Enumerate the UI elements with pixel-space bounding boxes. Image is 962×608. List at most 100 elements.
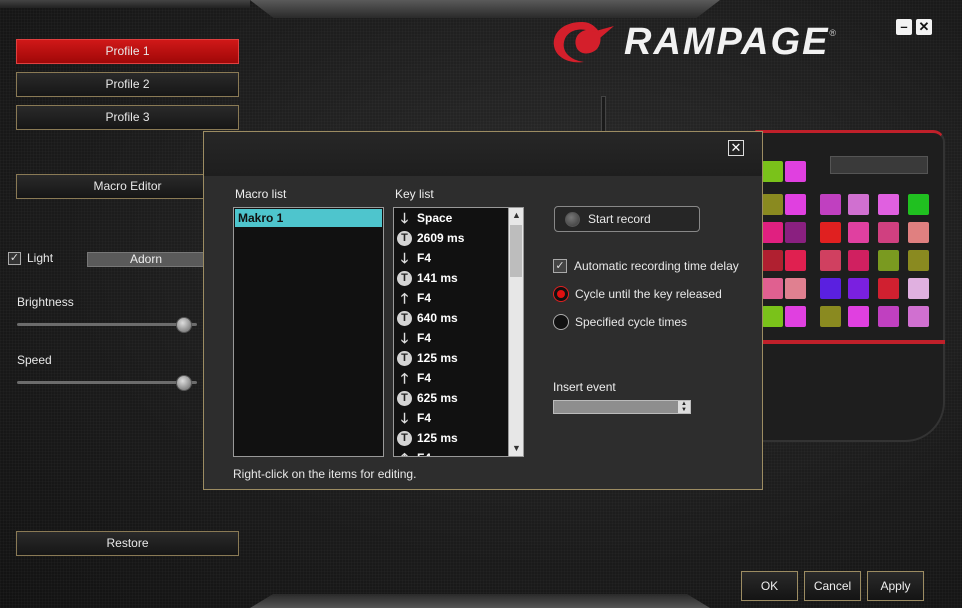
- light-label: Light: [27, 251, 54, 265]
- keyboard-key: [908, 278, 929, 299]
- key-list-item[interactable]: 🡓 F4: [394, 328, 523, 348]
- scroll-down-icon[interactable]: ▼: [509, 441, 523, 456]
- key-list[interactable]: 🡓 Space T 2609 ms 🡓 F4 T 141 ms 🡑 F4 T 640 ms 🡓 F4 T 12…: [393, 207, 524, 457]
- auto-delay-option[interactable]: ✓ Automatic recording time delay: [553, 259, 739, 273]
- keyboard-key: [848, 278, 869, 299]
- cycle-until-release-option[interactable]: Cycle until the key released: [553, 286, 722, 302]
- keyboard-key: [762, 194, 783, 215]
- key-list-item[interactable]: T 625 ms: [394, 388, 523, 408]
- rampage-mark-icon: [553, 22, 614, 63]
- speed-label: Speed: [17, 353, 52, 367]
- cancel-button[interactable]: Cancel: [804, 571, 861, 601]
- keyboard-key: [762, 278, 783, 299]
- auto-delay-checkbox[interactable]: ✓: [553, 259, 567, 273]
- keyboard-key: [908, 250, 929, 271]
- keyboard-key: [848, 250, 869, 271]
- key-list-item[interactable]: T 2609 ms: [394, 228, 523, 248]
- keyboard-key: [820, 306, 841, 327]
- light-toggle[interactable]: ✓ Light: [8, 251, 53, 265]
- keyboard-key: [908, 194, 929, 215]
- keyboard-accent-line: [755, 340, 945, 344]
- insert-event-label: Insert event: [553, 380, 616, 394]
- keyboard-key: [820, 278, 841, 299]
- auto-delay-label: Automatic recording time delay: [574, 259, 739, 273]
- key-list-item-label: 141 ms: [417, 271, 458, 285]
- specified-cycles-radio[interactable]: [553, 314, 569, 330]
- timer-icon: T: [397, 430, 412, 446]
- keyboard-key: [878, 222, 899, 243]
- keyboard-key: [848, 194, 869, 215]
- timer-icon: T: [397, 390, 412, 406]
- spin-arrows-icon[interactable]: ▲ ▼: [678, 401, 690, 413]
- key-list-item[interactable]: 🡑 F4: [394, 448, 523, 456]
- speed-slider[interactable]: [17, 381, 197, 384]
- minimize-button[interactable]: –: [896, 19, 912, 35]
- key-list-item-label: 640 ms: [417, 311, 458, 325]
- keyboard-key: [820, 250, 841, 271]
- key-list-item[interactable]: 🡑 F4: [394, 368, 523, 388]
- keyboard-key: [785, 161, 806, 182]
- dialog-header: [204, 132, 762, 176]
- brightness-slider[interactable]: [17, 323, 197, 326]
- key-list-item[interactable]: 🡓 F4: [394, 408, 523, 428]
- profile-3-button[interactable]: Profile 3: [16, 105, 239, 130]
- keyboard-key: [762, 250, 783, 271]
- macro-editor-dialog: ✕ Macro list Key list Makro 1 🡓 Space T 260…: [203, 131, 763, 490]
- arrow-down-icon: 🡓: [400, 330, 409, 346]
- keyboard-media-bar: [830, 156, 928, 174]
- light-mode-select[interactable]: Adorn: [87, 252, 205, 267]
- macro-list-item[interactable]: Makro 1: [235, 209, 382, 227]
- dialog-close-icon[interactable]: ✕: [728, 140, 744, 156]
- key-list-item[interactable]: T 125 ms: [394, 348, 523, 368]
- specified-cycles-option[interactable]: Specified cycle times: [553, 314, 687, 330]
- keyboard-key: [785, 278, 806, 299]
- restore-button[interactable]: Restore: [16, 531, 239, 556]
- scroll-up-icon[interactable]: ▲: [509, 208, 523, 223]
- profile-2-button[interactable]: Profile 2: [16, 72, 239, 97]
- arrow-down-icon: 🡓: [400, 250, 409, 266]
- timer-icon: T: [397, 310, 412, 326]
- scroll-thumb[interactable]: [510, 225, 522, 277]
- timer-icon: T: [397, 270, 412, 286]
- keyboard-key: [785, 194, 806, 215]
- frame-top-left: [0, 0, 250, 8]
- specified-cycles-label: Specified cycle times: [575, 315, 688, 329]
- close-window-button[interactable]: ✕: [916, 19, 932, 35]
- keyboard-key: [820, 194, 841, 215]
- key-list-item-label: F4: [417, 451, 431, 456]
- macro-list[interactable]: Makro 1: [233, 207, 384, 457]
- keyboard-key: [762, 306, 783, 327]
- brightness-label: Brightness: [17, 295, 74, 309]
- key-list-item[interactable]: 🡑 F4: [394, 288, 523, 308]
- keyboard-cable: [601, 96, 606, 132]
- key-list-item-label: F4: [417, 411, 432, 425]
- key-list-item[interactable]: T 141 ms: [394, 268, 523, 288]
- frame-top: [250, 0, 720, 18]
- record-icon: [565, 211, 580, 227]
- arrow-up-icon: 🡑: [400, 370, 409, 386]
- keyboard-key: [878, 250, 899, 271]
- cycle-until-release-label: Cycle until the key released: [575, 287, 722, 301]
- cycle-until-release-radio[interactable]: [553, 286, 569, 302]
- keyboard-key: [878, 194, 899, 215]
- arrow-up-icon: 🡑: [400, 290, 409, 306]
- profile-1-button[interactable]: Profile 1: [16, 39, 239, 64]
- insert-event-select[interactable]: ▲ ▼: [553, 400, 691, 414]
- light-checkbox[interactable]: ✓: [8, 251, 21, 265]
- ok-button[interactable]: OK: [741, 571, 798, 601]
- apply-button[interactable]: Apply: [867, 571, 924, 601]
- key-list-item[interactable]: 🡓 F4: [394, 248, 523, 268]
- key-list-item[interactable]: 🡓 Space: [394, 208, 523, 228]
- arrow-down-icon: 🡓: [400, 410, 409, 426]
- keyboard-key: [820, 222, 841, 243]
- key-list-label: Key list: [395, 187, 434, 201]
- arrow-down-icon: 🡓: [400, 210, 409, 226]
- key-list-item-label: F4: [417, 251, 432, 265]
- key-list-item[interactable]: T 640 ms: [394, 308, 523, 328]
- key-list-scrollbar[interactable]: ▲ ▼: [508, 208, 523, 456]
- key-list-item-label: F4: [417, 371, 432, 385]
- keyboard-key: [908, 222, 929, 243]
- key-list-item[interactable]: T 125 ms: [394, 428, 523, 448]
- key-list-item-label: F4: [417, 331, 432, 345]
- start-record-button[interactable]: Start record: [554, 206, 700, 232]
